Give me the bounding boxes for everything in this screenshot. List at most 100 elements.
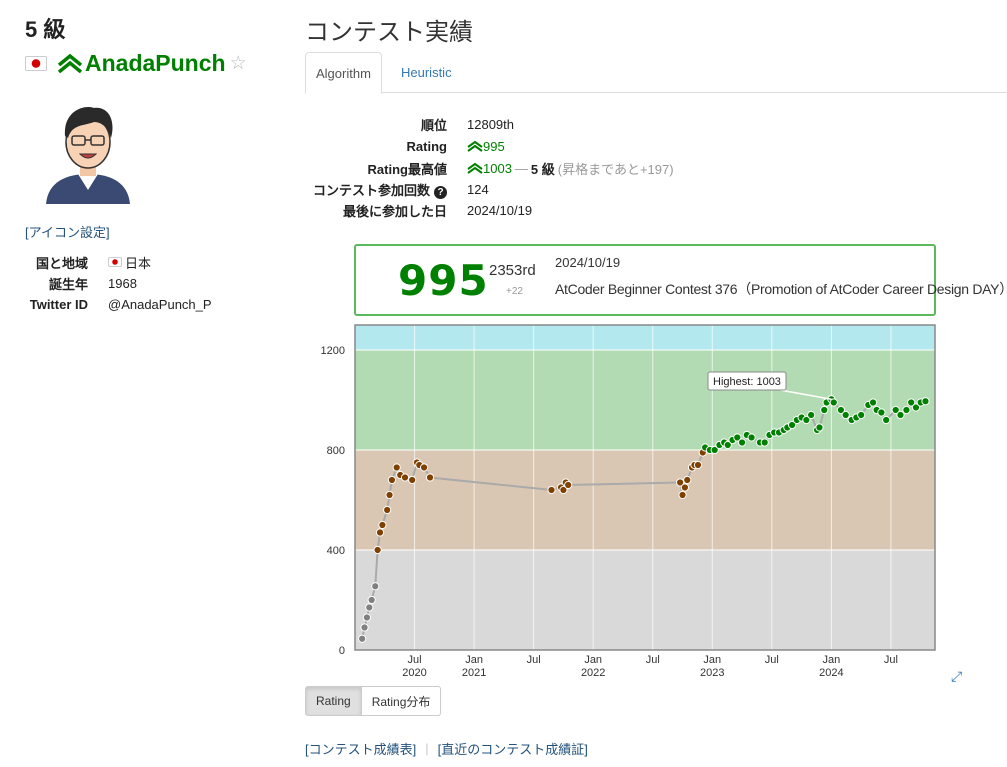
- highest-dash: —: [514, 160, 528, 176]
- highest-kyu: 5 級: [530, 161, 555, 177]
- y-tick-label: 0: [339, 645, 345, 657]
- x-axis-ticks: Jul2020Jan2021Jul Jan2022Jul Jan2023Jul Jan…: [402, 654, 898, 679]
- last-date-row: 最後に参加した日 2024/10/19: [300, 200, 532, 220]
- rating-point: [425, 473, 435, 482]
- rating-distribution-button[interactable]: Rating分布: [361, 686, 442, 716]
- y-tick-label: 1200: [321, 345, 345, 357]
- birth-year-label: 誕生年: [48, 276, 88, 292]
- rating-point: [378, 520, 387, 530]
- highest-label: Highest: 1003: [713, 376, 781, 388]
- x-tick-month: Jan: [703, 654, 721, 666]
- rating-point: [419, 463, 429, 472]
- rating-point: [877, 408, 886, 417]
- x-tick-month: Jul: [765, 654, 779, 666]
- latest-rating: 995: [398, 256, 489, 305]
- contest-count-label: コンテスト参加回数: [312, 182, 430, 198]
- highest-row: Rating最高値 1003 — 5 級 (昇格まであと+197): [300, 158, 674, 178]
- x-tick-month: Jul: [646, 654, 660, 666]
- contest-history-link[interactable]: [コンテスト成績表]: [305, 739, 416, 758]
- latest-contest-box: 995 2353rd +22 2024/10/19 AtCoder Beginn…: [354, 244, 1007, 316]
- country-row: 国と地域 日本: [0, 253, 151, 271]
- tab-bar: Algorithm Heuristic: [305, 52, 1007, 94]
- rating-point: [375, 528, 385, 537]
- x-tick-month: Jul: [527, 654, 541, 666]
- avatar: [46, 107, 130, 204]
- rating-point: [737, 438, 747, 447]
- tab-algorithm[interactable]: Algorithm: [305, 52, 382, 94]
- user-row: AnadaPunch ☆: [25, 48, 247, 78]
- rating-band: [355, 325, 935, 350]
- tab-heuristic[interactable]: Heuristic: [391, 52, 462, 93]
- x-tick-month: Jan: [584, 654, 602, 666]
- rating-point: [678, 490, 687, 500]
- rating-point: [360, 623, 369, 632]
- rank-chevron-icon: [467, 162, 483, 174]
- rating-point: [358, 634, 367, 643]
- username-link[interactable]: AnadaPunch: [85, 50, 226, 77]
- icon-setting-link[interactable]: [アイコン設定]: [25, 222, 110, 241]
- rating-button[interactable]: Rating: [305, 686, 362, 716]
- rating-chart[interactable]: 04008001200 Jul2020Jan2021Jul Jan2022Jul J…: [300, 320, 950, 685]
- rating-point: [820, 405, 829, 415]
- highest-label: Rating最高値: [367, 161, 447, 177]
- rating-color-bands: [355, 325, 935, 650]
- rating-point: [680, 483, 689, 492]
- link-separator: |: [425, 741, 429, 756]
- latest-diff: +22: [506, 286, 523, 297]
- rating-band: [355, 550, 935, 650]
- rank-row: 順位 12809th: [300, 114, 514, 134]
- expand-icon[interactable]: ⤢: [951, 668, 962, 685]
- y-axis-ticks: 0 400 800 1200: [321, 345, 345, 657]
- chart-mode-buttons: Rating Rating分布: [305, 686, 442, 716]
- rating-point: [693, 460, 703, 470]
- x-tick-year: 2022: [581, 667, 605, 679]
- y-tick-label: 800: [327, 445, 345, 457]
- x-tick-month: Jan: [823, 654, 841, 666]
- country-value: 日本: [125, 255, 152, 271]
- x-tick-month: Jan: [465, 654, 483, 666]
- highest-value-wrap: 1003 — 5 級 (昇格まであと+197): [467, 159, 674, 178]
- rating-point: [896, 410, 905, 420]
- rating-band: [355, 350, 935, 450]
- contest-count-label-wrap: コンテスト参加回数?: [300, 180, 447, 199]
- rating-point: [902, 405, 911, 415]
- favorite-star-icon[interactable]: ☆: [230, 52, 247, 75]
- x-tick-year: 2020: [402, 667, 426, 679]
- profile-sidebar: 5 級 AnadaPunch ☆ [アイコン設定] 国と地域 日本 誕生年 19…: [0, 0, 290, 767]
- rating-point: [564, 480, 573, 490]
- japan-flag-icon: [25, 55, 47, 71]
- certificate-link[interactable]: [直近のコンテスト成績証]: [438, 739, 588, 758]
- country-value-wrap: 日本: [108, 253, 151, 272]
- rating-point: [868, 398, 878, 407]
- help-icon[interactable]: ?: [434, 185, 447, 199]
- rating-point: [815, 423, 824, 432]
- rating-point: [921, 397, 930, 406]
- x-tick-year: 2023: [700, 667, 724, 679]
- rating-point: [385, 490, 394, 500]
- rating-point: [683, 475, 692, 485]
- latest-place: 2353rd: [489, 262, 536, 279]
- contest-count-value: 124: [467, 181, 489, 197]
- twitter-row: Twitter ID @AnadaPunch_P: [0, 295, 212, 313]
- rating-point: [373, 545, 382, 555]
- rank-title: 5 級: [25, 17, 66, 42]
- rating-point: [807, 410, 816, 420]
- x-tick-year: 2021: [462, 667, 486, 679]
- rating-value: 995: [483, 138, 505, 154]
- y-tick-label: 400: [327, 545, 345, 557]
- last-date-label: 最後に参加した日: [342, 203, 447, 219]
- rating-point: [408, 475, 417, 485]
- rating-point: [392, 463, 401, 472]
- x-tick-month: Jul: [884, 654, 898, 666]
- birth-year-value: 1968: [108, 275, 137, 291]
- rating-point: [371, 582, 380, 591]
- rating-point: [387, 475, 397, 485]
- rating-point: [383, 505, 392, 515]
- x-tick-year: 2024: [819, 667, 843, 679]
- highest-note: (昇格まであと+197): [557, 161, 674, 177]
- twitter-link[interactable]: @AnadaPunch_P: [108, 297, 212, 312]
- rating-band: [355, 450, 935, 550]
- rating-point: [857, 410, 866, 420]
- contest-count-row: コンテスト参加回数? 124: [300, 179, 489, 199]
- rating-point: [760, 438, 769, 447]
